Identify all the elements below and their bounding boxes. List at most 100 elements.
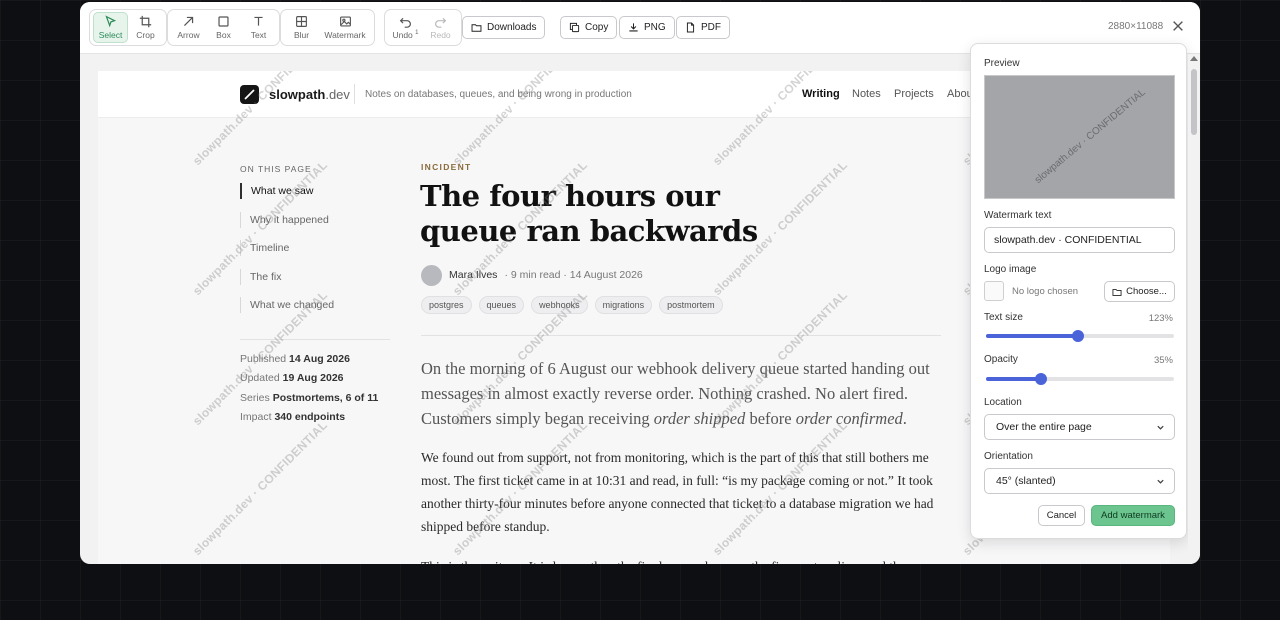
undo-count: 1 — [415, 30, 419, 37]
scroll-up-arrow[interactable] — [1190, 56, 1198, 61]
toc-item-timeline[interactable]: Timeline — [240, 240, 289, 256]
nav-writing[interactable]: Writing — [802, 88, 840, 100]
meta-published: Published 14 Aug 2026 — [240, 353, 350, 365]
meta-series-value[interactable]: Postmortems, 6 of 11 — [273, 392, 379, 404]
toc-item-the-fix[interactable]: The fix — [240, 269, 282, 285]
nav-notes[interactable]: Notes — [852, 88, 881, 100]
tag-queues[interactable]: queues — [478, 296, 525, 314]
lede-text-2: before — [745, 409, 796, 428]
lede-emphasis-1: order shipped — [653, 409, 746, 428]
watermark-preview: slowpath.dev · CONFIDENTIAL — [984, 75, 1175, 199]
opacity-label: Opacity — [984, 354, 1018, 365]
toc-item-why-it-happened[interactable]: Why it happened — [240, 212, 329, 228]
scrollbar[interactable] — [1188, 54, 1200, 564]
text-tool[interactable]: Text — [241, 12, 276, 43]
arrow-tool-label: Arrow — [177, 30, 200, 40]
article-title: The four hours our queue ran backwards — [420, 179, 758, 248]
downloads-label: Downloads — [487, 22, 537, 33]
png-label: PNG — [644, 22, 666, 33]
location-label: Location — [984, 397, 1022, 408]
pen-icon — [244, 89, 255, 100]
preview-label: Preview — [984, 58, 1020, 69]
close-icon[interactable] — [1171, 19, 1185, 33]
redo-icon — [435, 17, 447, 28]
folder-icon — [1112, 288, 1122, 296]
meta-updated-label: Updated — [240, 372, 280, 384]
orientation-select[interactable]: 45° (slanted) — [984, 468, 1175, 494]
meta-impact-value: 340 endpoints — [274, 411, 346, 423]
site-name-main: slowpath — [269, 87, 326, 102]
redo-button[interactable]: Redo — [423, 12, 458, 43]
article-lede: On the morning of 6 August our webhook d… — [421, 356, 941, 431]
text-size-slider[interactable] — [986, 330, 1174, 342]
meta-impact-label: Impact — [240, 411, 272, 423]
redo-label: Redo — [430, 30, 451, 40]
pdf-button[interactable]: PDF — [676, 16, 730, 39]
article-paragraph: This is the writeup. It is longer than t… — [421, 555, 941, 564]
tag-migrations[interactable]: migrations — [594, 296, 653, 314]
watermark-text-input[interactable]: slowpath.dev · CONFIDENTIAL — [984, 227, 1175, 253]
meta-published-label: Published — [240, 353, 287, 365]
toc-divider — [240, 339, 390, 340]
article-paragraph: We found out from support, not from moni… — [421, 450, 934, 534]
undo-button[interactable]: Undo 1 — [388, 12, 423, 43]
article-tags: postgres queues webhooks migrations post… — [421, 296, 723, 314]
chevron-down-icon — [1157, 425, 1164, 430]
article-divider — [421, 335, 941, 336]
watermark-panel: Preview slowpath.dev · CONFIDENTIAL Wate… — [970, 43, 1187, 539]
watermark-text-label: Watermark text — [984, 210, 1052, 221]
folder-icon — [471, 24, 482, 32]
copy-button[interactable]: Copy — [560, 16, 618, 39]
opacity-slider[interactable] — [986, 373, 1174, 385]
tag-postgres[interactable]: postgres — [421, 296, 472, 314]
tag-postmortem[interactable]: postmortem — [659, 296, 723, 314]
tool-group-select: Select Crop — [89, 9, 167, 46]
author-avatar — [421, 264, 442, 286]
box-tool[interactable]: Box — [206, 12, 241, 43]
tool-group-history: Undo 1 Redo — [384, 9, 462, 46]
opacity-handle[interactable] — [1034, 373, 1047, 385]
author-name[interactable]: Mara Ilves — [449, 269, 497, 281]
select-tool[interactable]: Select — [93, 12, 128, 43]
choose-logo-button[interactable]: Choose... — [1104, 281, 1175, 302]
watermark-tool-label: Watermark — [324, 30, 366, 40]
downloads-button[interactable]: Downloads — [462, 16, 546, 39]
download-icon — [629, 23, 638, 32]
byline-details: · 9 min read · 14 August 2026 — [504, 269, 643, 281]
site-tagline: Notes on databases, queues, and being wr… — [365, 89, 632, 100]
copy-label: Copy — [585, 22, 609, 33]
box-tool-label: Box — [216, 30, 231, 40]
meta-updated: Updated 19 Aug 2026 — [240, 372, 344, 384]
copy-icon — [569, 22, 580, 33]
meta-updated-value: 19 Aug 2026 — [282, 372, 344, 384]
scrollbar-thumb[interactable] — [1191, 69, 1197, 135]
opacity-fill — [986, 377, 1041, 381]
watermark-tool[interactable]: Watermark — [319, 12, 371, 43]
choose-logo-label: Choose... — [1126, 286, 1167, 297]
site-logo — [240, 85, 259, 104]
orientation-value: 45° (slanted) — [996, 475, 1056, 487]
watermark-icon — [339, 16, 351, 27]
pdf-label: PDF — [701, 22, 721, 33]
cancel-button[interactable]: Cancel — [1038, 505, 1085, 526]
add-watermark-button[interactable]: Add watermark — [1091, 505, 1175, 526]
meta-series: Series Postmortems, 6 of 11 — [240, 392, 378, 404]
site-name[interactable]: slowpath.dev — [269, 87, 350, 102]
tool-group-effects: Blur Watermark — [280, 9, 375, 46]
arrow-tool[interactable]: Arrow — [171, 12, 206, 43]
png-button[interactable]: PNG — [619, 16, 675, 39]
text-size-label: Text size — [984, 312, 1023, 323]
text-icon — [254, 16, 263, 26]
text-size-handle[interactable] — [1072, 330, 1085, 342]
logo-image-label: Logo image — [984, 264, 1037, 275]
tag-webhooks[interactable]: webhooks — [531, 296, 588, 314]
nav-projects[interactable]: Projects — [894, 88, 934, 100]
toc-item-what-we-changed[interactable]: What we changed — [240, 297, 334, 313]
opacity-value: 35% — [1153, 355, 1173, 366]
location-select[interactable]: Over the entire page — [984, 414, 1175, 440]
logo-thumbnail — [984, 281, 1004, 301]
toc-item-what-we-saw[interactable]: What we saw — [240, 183, 313, 199]
blur-tool[interactable]: Blur — [284, 12, 319, 43]
toc-title: ON THIS PAGE — [240, 164, 312, 174]
crop-tool[interactable]: Crop — [128, 12, 163, 43]
